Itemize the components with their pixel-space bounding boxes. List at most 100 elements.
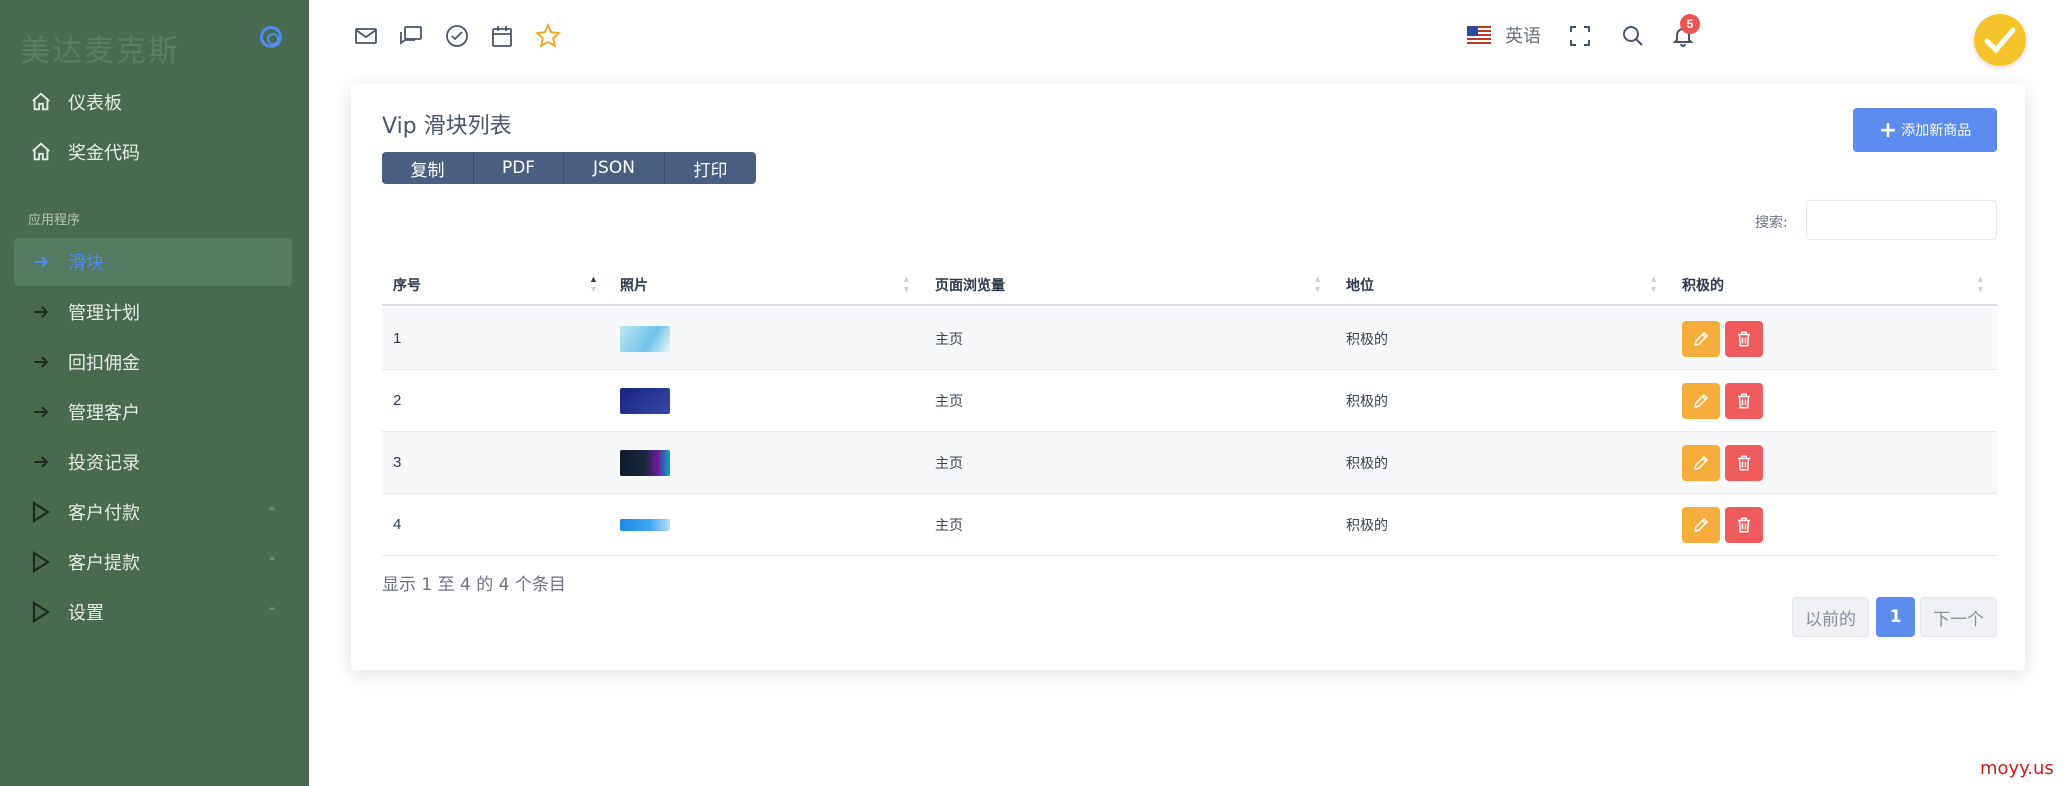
table-row: 1 主页 积极的 bbox=[382, 308, 1997, 370]
delete-button[interactable] bbox=[1725, 444, 1763, 481]
column-header-photo[interactable]: 照片 bbox=[620, 264, 648, 306]
mail-icon[interactable] bbox=[352, 22, 380, 50]
row-page: 主页 bbox=[935, 331, 963, 348]
table-row: 3 主页 积极的 bbox=[382, 432, 1997, 494]
table-header: 序号 ▲ ▼ 照片 ▲ ▼ 页面浏览量 ▲ ▼ 地位 ▲ ▼ 积极的 ▲ ▼ bbox=[382, 264, 1997, 306]
sidebar-item-customer-payments[interactable]: 客户付款 ⌃ bbox=[14, 488, 292, 536]
sidebar-item-label: 客户提款 bbox=[68, 553, 140, 574]
sidebar-item-label: 管理计划 bbox=[68, 303, 140, 324]
table-row: 4 主页 积极的 bbox=[382, 494, 1997, 556]
delete-button[interactable] bbox=[1725, 320, 1763, 357]
sidebar-item-label: 客户付款 bbox=[68, 503, 140, 524]
chevron-up-icon[interactable]: ⌃ bbox=[252, 505, 292, 519]
edit-button[interactable] bbox=[1682, 444, 1720, 481]
row-actions bbox=[1682, 308, 1768, 369]
pagination-next-button[interactable]: 下一个 bbox=[1920, 597, 1997, 637]
language-selector[interactable]: 英语 bbox=[1467, 22, 1541, 48]
row-id: 4 bbox=[393, 516, 402, 533]
edit-button[interactable] bbox=[1682, 506, 1720, 543]
row-page: 主页 bbox=[935, 393, 963, 410]
delete-button[interactable] bbox=[1725, 382, 1763, 419]
star-icon[interactable] bbox=[534, 22, 562, 50]
sidebar-item-customer-withdrawals[interactable]: 客户提款 ⌃ bbox=[14, 538, 292, 586]
sort-icon[interactable]: ▲ ▼ bbox=[589, 274, 598, 294]
column-header-active[interactable]: 积极的 bbox=[1682, 264, 1724, 306]
slide-thumbnail[interactable] bbox=[620, 308, 670, 369]
json-button[interactable]: JSON bbox=[564, 152, 665, 184]
print-button[interactable]: 打印 bbox=[665, 152, 756, 184]
column-header-status[interactable]: 地位 bbox=[1346, 264, 1374, 306]
slide-thumbnail[interactable] bbox=[620, 432, 670, 493]
watermark: moyy.us bbox=[1980, 758, 2054, 779]
sidebar-section-label: 应用程序 bbox=[28, 213, 81, 228]
pagination-page-1[interactable]: 1 bbox=[1876, 597, 1915, 637]
row-id: 2 bbox=[393, 392, 402, 409]
chat-icon[interactable] bbox=[397, 22, 425, 50]
sort-icon[interactable]: ▲ ▼ bbox=[1649, 274, 1658, 294]
column-header-id[interactable]: 序号 bbox=[393, 264, 421, 306]
play-icon bbox=[14, 601, 68, 623]
sort-icon[interactable]: ▲ ▼ bbox=[1976, 274, 1985, 294]
slider-list-card: Vip 滑块列表 复制 PDF JSON 打印 + 添加新商品 搜索: 序号 ▲… bbox=[351, 84, 2025, 670]
pagination-prev-button[interactable]: 以前的 bbox=[1792, 597, 1869, 637]
search-icon[interactable] bbox=[1619, 22, 1647, 50]
export-button-group: 复制 PDF JSON 打印 bbox=[382, 152, 756, 184]
notification-badge: 5 bbox=[1680, 14, 1700, 34]
sort-icon[interactable]: ▲ ▼ bbox=[902, 274, 911, 294]
sidebar-item-investment-records[interactable]: 投资记录 bbox=[14, 438, 292, 486]
sidebar-item-label: 设置 bbox=[68, 603, 104, 624]
sidebar-toggle-icon[interactable] bbox=[260, 26, 282, 48]
language-label: 英语 bbox=[1505, 26, 1541, 47]
sidebar-item-manage-plans[interactable]: 管理计划 bbox=[14, 288, 292, 336]
sidebar-item-dashboard[interactable]: 仪表板 bbox=[14, 78, 292, 126]
avatar[interactable] bbox=[1974, 14, 2026, 66]
edit-button[interactable] bbox=[1682, 382, 1720, 419]
add-button-label: 添加新商品 bbox=[1901, 123, 1972, 139]
sidebar-item-bonus-code[interactable]: 奖金代码 bbox=[14, 128, 292, 176]
row-status: 积极的 bbox=[1346, 331, 1388, 348]
sidebar-item-label: 奖金代码 bbox=[68, 143, 140, 164]
delete-button[interactable] bbox=[1725, 506, 1763, 543]
slide-thumbnail[interactable] bbox=[620, 494, 670, 555]
slide-thumbnail[interactable] bbox=[620, 370, 670, 431]
row-id: 1 bbox=[393, 330, 402, 347]
brand-logo[interactable]: 美达麦克斯 bbox=[20, 26, 180, 70]
arrow-right-icon bbox=[14, 452, 68, 472]
search-label: 搜索: bbox=[1755, 215, 1788, 231]
pdf-button[interactable]: PDF bbox=[474, 152, 564, 184]
column-label: 序号 bbox=[393, 278, 421, 294]
sidebar-item-manage-customers[interactable]: 管理客户 bbox=[14, 388, 292, 436]
sidebar-item-label: 管理客户 bbox=[68, 403, 140, 424]
edit-button[interactable] bbox=[1682, 320, 1720, 357]
sidebar-item-slider[interactable]: 滑块 bbox=[14, 238, 292, 286]
check-circle-icon[interactable] bbox=[443, 22, 471, 50]
row-status: 积极的 bbox=[1346, 393, 1388, 410]
arrow-right-icon bbox=[14, 302, 68, 322]
copy-button[interactable]: 复制 bbox=[382, 152, 474, 184]
column-label: 页面浏览量 bbox=[935, 278, 1005, 294]
chevron-up-icon[interactable]: ⌃ bbox=[252, 605, 292, 619]
arrow-right-icon bbox=[14, 402, 68, 422]
add-new-item-button[interactable]: + 添加新商品 bbox=[1853, 108, 1997, 152]
plus-icon: + bbox=[1878, 117, 1898, 143]
row-actions bbox=[1682, 370, 1768, 431]
fullscreen-icon[interactable] bbox=[1566, 22, 1594, 50]
sidebar-item-rebate[interactable]: 回扣佣金 bbox=[14, 338, 292, 386]
row-status: 积极的 bbox=[1346, 517, 1388, 534]
sidebar-item-settings[interactable]: 设置 ⌃ bbox=[14, 588, 292, 636]
column-label: 积极的 bbox=[1682, 278, 1724, 294]
row-actions bbox=[1682, 494, 1768, 555]
play-icon bbox=[14, 501, 68, 523]
row-status: 积极的 bbox=[1346, 455, 1388, 472]
search-input[interactable] bbox=[1806, 200, 1997, 240]
arrow-right-icon bbox=[14, 352, 68, 372]
chevron-up-icon[interactable]: ⌃ bbox=[252, 555, 292, 569]
row-actions bbox=[1682, 432, 1768, 493]
table-row: 2 主页 积极的 bbox=[382, 370, 1997, 432]
column-header-page-views[interactable]: 页面浏览量 bbox=[935, 264, 1005, 306]
row-page: 主页 bbox=[935, 517, 963, 534]
home-icon bbox=[14, 141, 68, 163]
sort-icon[interactable]: ▲ ▼ bbox=[1313, 274, 1322, 294]
calendar-icon[interactable] bbox=[488, 22, 516, 50]
play-icon bbox=[14, 551, 68, 573]
